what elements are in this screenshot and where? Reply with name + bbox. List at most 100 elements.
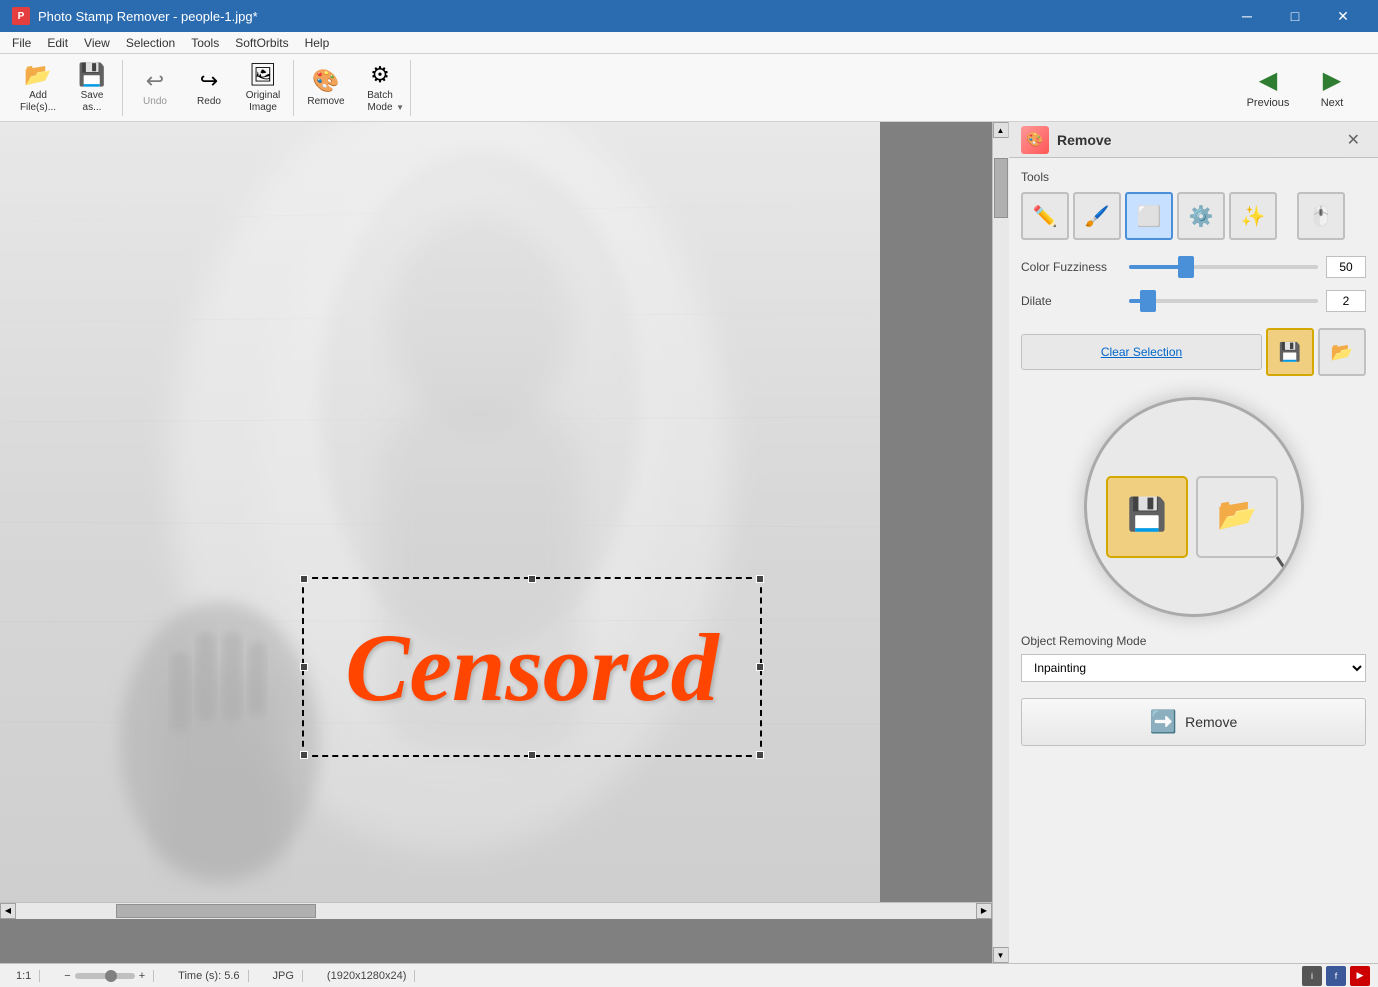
menu-tools[interactable]: Tools [183, 34, 227, 52]
magnifier-view: 💾 📂 [1084, 397, 1304, 617]
redo-button[interactable]: ↪ Redo [183, 62, 235, 114]
redo-label: Redo [197, 96, 221, 108]
ghost-overlay [0, 122, 880, 902]
undo-button[interactable]: ↩ Undo [129, 62, 181, 114]
color-fuzziness-track[interactable] [1129, 265, 1318, 269]
color-fuzziness-row: Color Fuzziness 50 [1021, 256, 1366, 278]
object-removing-mode-label: Object Removing Mode [1021, 634, 1366, 648]
original-image-label: Original Image [241, 90, 285, 114]
previous-label: Previous [1247, 97, 1290, 109]
dilate-value[interactable]: 2 [1326, 290, 1366, 312]
object-removing-mode-select[interactable]: Inpainting [1021, 654, 1366, 682]
facebook-icon[interactable]: f [1326, 966, 1346, 986]
menu-file[interactable]: File [4, 34, 39, 52]
dilate-label: Dilate [1021, 294, 1121, 308]
nav-buttons: ◀ Previous ▶ Next [1238, 60, 1370, 116]
format-label: JPG [265, 970, 303, 982]
remove-action-button[interactable]: ➡️ Remove [1021, 698, 1366, 746]
close-button[interactable]: ✕ [1320, 0, 1366, 32]
tool-stamp-button[interactable]: 🖱️ [1297, 192, 1345, 240]
add-files-label: Add File(s)... [16, 90, 60, 114]
dimensions-label: (1920x1280x24) [319, 970, 416, 982]
action-row: Clear Selection 💾 📂 [1021, 328, 1366, 376]
redo-icon: ↪ [200, 68, 218, 94]
save-as-button[interactable]: 💾 Save as... [66, 62, 118, 114]
youtube-icon[interactable]: ▶ [1350, 966, 1370, 986]
h-scroll-right-arrow[interactable]: ▶ [976, 903, 992, 919]
dilate-thumb[interactable] [1140, 290, 1156, 312]
add-files-button[interactable]: 📂 Add File(s)... [12, 62, 64, 114]
color-fuzziness-value[interactable]: 50 [1326, 256, 1366, 278]
toolbar-file-group: 📂 Add File(s)... 💾 Save as... [8, 60, 123, 116]
remove-action-icon: ➡️ [1150, 709, 1177, 735]
h-scrollbar[interactable]: ◀ ▶ [0, 902, 992, 918]
time-value: 5.6 [224, 970, 239, 982]
title-bar: P Photo Stamp Remover - people-1.jpg* ─ … [0, 0, 1378, 32]
tool-pencil-button[interactable]: ✏️ [1021, 192, 1069, 240]
canvas-area[interactable]: Censored ◀ ▶ [0, 122, 992, 963]
tool-magic-button[interactable]: ⚙️ [1177, 192, 1225, 240]
save-as-icon: 💾 [78, 62, 105, 88]
remove-toolbar-label: Remove [307, 96, 344, 108]
toolbox-close-button[interactable]: ✕ [1341, 128, 1366, 152]
object-removing-section: Object Removing Mode Inpainting [1021, 634, 1366, 698]
toolbox-body: Tools ✏️ 🖌️ ⬜ ⚙️ ✨ 🖱️ Color Fuzziness 50 [1009, 158, 1378, 963]
menu-view[interactable]: View [76, 34, 118, 52]
h-scroll-left-arrow[interactable]: ◀ [0, 903, 16, 919]
minimize-button[interactable]: ─ [1224, 0, 1270, 32]
toolbox-title: Remove [1057, 132, 1111, 148]
menu-softorbits[interactable]: SoftOrbits [227, 34, 296, 52]
original-image-button[interactable]: 🖼 Original Image [237, 62, 289, 114]
tool-rect-select-button[interactable]: ⬜ [1125, 192, 1173, 240]
v-scrollbar[interactable]: ▲ ▼ [992, 122, 1008, 963]
toolbar-edit-group: ↩ Undo ↪ Redo 🖼 Original Image [125, 60, 294, 116]
save-mask-button[interactable]: 💾 [1266, 328, 1314, 376]
remove-toolbar-button[interactable]: 🎨 Remove [300, 62, 352, 114]
next-icon: ▶ [1323, 66, 1341, 95]
color-fuzziness-thumb[interactable] [1178, 256, 1194, 278]
maximize-button[interactable]: □ [1272, 0, 1318, 32]
tool-brush-button[interactable]: 🖌️ [1073, 192, 1121, 240]
clear-selection-button[interactable]: Clear Selection [1021, 334, 1262, 370]
previous-button[interactable]: ◀ Previous [1238, 60, 1298, 116]
tool-wand-button[interactable]: ✨ [1229, 192, 1277, 240]
batch-mode-icon: ⚙ [370, 62, 390, 88]
time-section: Time (s): 5.6 [170, 970, 248, 982]
svg-text:📂: 📂 [1217, 496, 1257, 532]
zoom-slider-thumb[interactable] [105, 970, 117, 982]
menu-edit[interactable]: Edit [39, 34, 76, 52]
add-files-icon: 📂 [24, 62, 51, 88]
app-icon: P [12, 7, 30, 25]
v-scroll-thumb[interactable] [994, 158, 1008, 218]
info-icon[interactable]: i [1302, 966, 1322, 986]
next-label: Next [1321, 97, 1344, 109]
facebook-icon-label: f [1335, 971, 1338, 981]
load-mask-button[interactable]: 📂 [1318, 328, 1366, 376]
zoom-slider-area[interactable]: − + [56, 970, 154, 982]
remove-action-label: Remove [1185, 714, 1237, 730]
undo-label: Undo [143, 96, 167, 108]
h-scroll-track[interactable] [16, 903, 976, 919]
title-bar-controls: ─ □ ✕ [1224, 0, 1366, 32]
main-content: Censored ◀ ▶ ▲ ▼ 🎨 Remove ✕ Tools [0, 122, 1378, 963]
status-bar: 1:1 − + Time (s): 5.6 JPG (1920x1280x24)… [0, 963, 1378, 987]
load-mask-icon: 📂 [1331, 342, 1353, 363]
toolbar: 📂 Add File(s)... 💾 Save as... ↩ Undo ↪ R… [0, 54, 1378, 122]
magnifier-svg: 💾 📂 [1087, 397, 1301, 617]
zoom-slider-track[interactable] [75, 973, 135, 979]
v-scroll-up-arrow[interactable]: ▲ [993, 122, 1009, 138]
toolbox-icon: 🎨 [1021, 126, 1049, 154]
menu-selection[interactable]: Selection [118, 34, 183, 52]
dilate-track[interactable] [1129, 299, 1318, 303]
batch-mode-dropdown-arrow: ▼ [396, 103, 404, 112]
v-scroll-track[interactable] [993, 138, 1009, 947]
canvas-image: Censored [0, 122, 880, 902]
status-icons: i f ▶ [1302, 966, 1370, 986]
batch-mode-button[interactable]: ⚙ Batch Mode ▼ [354, 62, 406, 114]
next-button[interactable]: ▶ Next [1302, 60, 1362, 116]
h-scroll-thumb[interactable] [116, 904, 316, 918]
menu-help[interactable]: Help [297, 34, 338, 52]
undo-icon: ↩ [146, 68, 164, 94]
youtube-icon-label: ▶ [1357, 970, 1364, 981]
v-scroll-down-arrow[interactable]: ▼ [993, 947, 1009, 963]
